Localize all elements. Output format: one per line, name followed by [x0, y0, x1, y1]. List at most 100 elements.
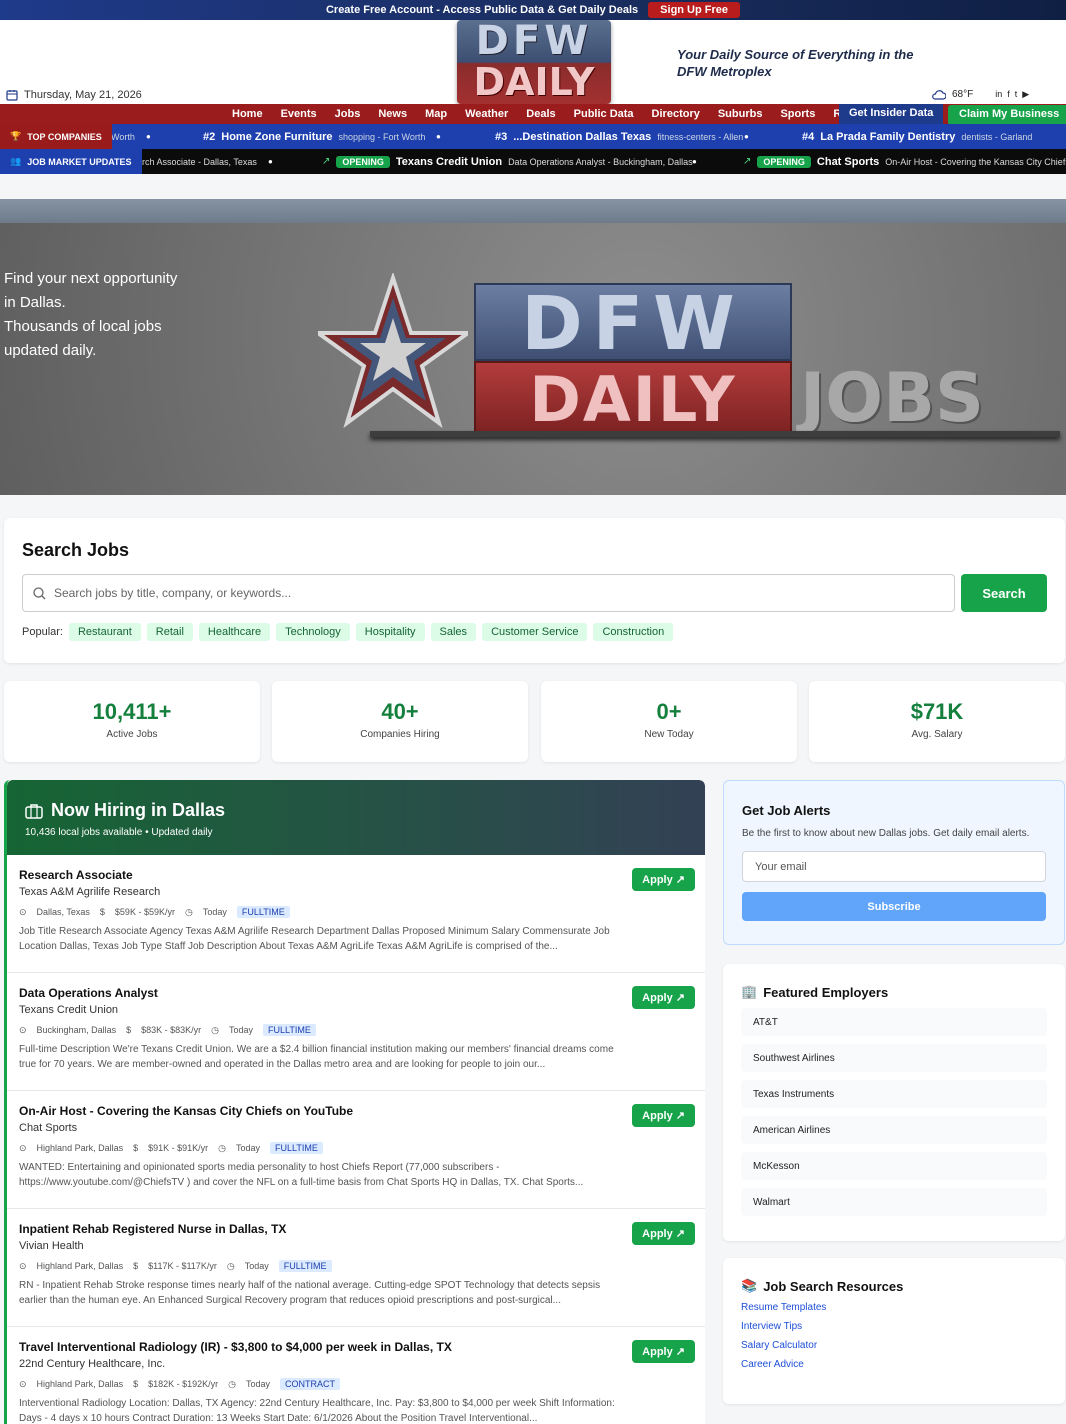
email-field[interactable]: Your email	[742, 851, 1046, 882]
external-link-icon: ↗	[675, 1110, 685, 1122]
nav-suburbs[interactable]: Suburbs	[709, 108, 772, 120]
resource-link[interactable]: Interview Tips	[741, 1321, 1047, 1332]
location-icon: ⊙	[19, 1142, 27, 1153]
popular-chip[interactable]: Technology	[276, 623, 350, 641]
nav-events[interactable]: Events	[272, 108, 326, 120]
popular-chip[interactable]: Healthcare	[198, 623, 271, 641]
job-type-badge: FULLTIME	[263, 1024, 316, 1036]
job-salary: $59K - $59K/yr	[114, 907, 175, 917]
subscribe-button[interactable]: Subscribe	[742, 892, 1046, 921]
popular-chip[interactable]: Retail	[146, 623, 193, 641]
search-input[interactable]: Search jobs by title, company, or keywor…	[22, 574, 955, 612]
employer-item[interactable]: AT&T	[741, 1008, 1047, 1036]
clock-icon: ◷	[226, 1260, 235, 1271]
ticker-item[interactable]: ↗ OPENING Texans Credit Union Data Operatio…	[322, 149, 693, 174]
trophy-icon: 🏆	[10, 131, 22, 141]
nav-weather[interactable]: Weather	[456, 108, 517, 120]
job-title[interactable]: Research Associate	[19, 868, 615, 882]
job-company: Vivian Health	[19, 1240, 84, 1252]
nav-jobs[interactable]: Jobs	[326, 108, 370, 120]
nav-news[interactable]: News	[369, 108, 416, 120]
nav-directory[interactable]: Directory	[643, 108, 709, 120]
job-company: Texans Credit Union	[19, 1004, 119, 1016]
stat-avg-salary: $71K Avg. Salary	[809, 681, 1065, 762]
nav-map[interactable]: Map	[416, 108, 456, 120]
job-title[interactable]: Travel Interventional Radiology (IR) - $…	[19, 1340, 615, 1354]
job-salary: $91K - $91K/yr	[148, 1143, 209, 1153]
apply-button[interactable]: Apply ↗	[632, 1340, 695, 1363]
job-type-badge: CONTRACT	[280, 1378, 341, 1390]
search-button[interactable]: Search	[961, 574, 1047, 612]
employer-item[interactable]: McKesson	[741, 1152, 1047, 1180]
job-title[interactable]: Data Operations Analyst	[19, 986, 615, 1000]
popular-chip[interactable]: Sales	[430, 623, 477, 641]
job-listing[interactable]: Research Associate Texas A&M Agrilife Res…	[7, 855, 705, 973]
signup-button[interactable]: Sign Up Free	[648, 2, 741, 18]
stat-new-today: 0+ New Today	[541, 681, 797, 762]
logo-line-1: DFW	[475, 20, 593, 64]
apply-button[interactable]: Apply ↗	[632, 1222, 695, 1245]
facebook-icon[interactable]: f	[1007, 89, 1010, 100]
ticker-item[interactable]: Worth	[111, 124, 135, 149]
resource-link[interactable]: Resume Templates	[741, 1302, 1047, 1313]
hero-logo: DFW DAILY	[474, 283, 792, 438]
site-header: DFW DAILY Your Daily Source of Everythin…	[0, 20, 1066, 104]
popular-chip[interactable]: Construction	[593, 623, 674, 641]
job-listing[interactable]: Inpatient Rehab Registered Nurse in Dall…	[7, 1209, 705, 1327]
clock-icon: ◷	[218, 1142, 227, 1153]
job-title[interactable]: On-Air Host - Covering the Kansas City C…	[19, 1104, 615, 1118]
nav-sports[interactable]: Sports	[771, 108, 824, 120]
resource-link[interactable]: Career Advice	[741, 1359, 1047, 1370]
claim-business-button[interactable]: Claim My Business	[948, 105, 1066, 125]
ticker-item[interactable]: ↗ OPENING Chat Sports On-Air Host - Coverin…	[743, 149, 1066, 174]
search-placeholder: Search jobs by title, company, or keywor…	[54, 586, 292, 600]
nav-deals[interactable]: Deals	[517, 108, 564, 120]
popular-chip[interactable]: Customer Service	[482, 623, 588, 641]
popular-chip[interactable]: Hospitality	[355, 623, 425, 641]
building-icon: 🏢	[741, 984, 758, 999]
site-logo[interactable]: DFW DAILY	[457, 20, 611, 104]
ticker-item[interactable]: earch Associate - Dallas, Texas	[132, 149, 257, 174]
hero-logo-jobs: JOBS	[800, 359, 984, 438]
job-description: Interventional Radiology Location: Dalla…	[19, 1398, 615, 1424]
now-hiring-header: Now Hiring in Dallas 10,436 local jobs a…	[7, 780, 705, 855]
search-icon	[33, 586, 46, 599]
twitter-icon[interactable]: t	[1015, 89, 1018, 100]
job-resources-card: 📚 Job Search Resources Resume Templates I…	[723, 1258, 1065, 1404]
apply-button[interactable]: Apply ↗	[632, 986, 695, 1009]
resource-link[interactable]: Salary Calculator	[741, 1340, 1047, 1351]
job-meta: ⊙ Highland Park, Dallas $ $117K - $117K/yr ◷…	[19, 1260, 615, 1272]
insider-data-button[interactable]: Get Insider Data	[839, 104, 944, 124]
people-icon: 👥	[10, 156, 22, 166]
top-companies-ticker: 🏆 TOP COMPANIES Worth ● #2 Home Zone Furni…	[0, 124, 1066, 149]
job-title[interactable]: Inpatient Rehab Registered Nurse in Dall…	[19, 1222, 615, 1236]
job-salary: $117K - $117K/yr	[148, 1261, 217, 1271]
job-location: Dallas, Texas	[36, 907, 90, 917]
employer-item[interactable]: Walmart	[741, 1188, 1047, 1216]
ticker-item[interactable]: #3 ...Destination Dallas Texas fitness-cen…	[495, 124, 743, 149]
stat-companies-hiring: 40+ Companies Hiring	[272, 681, 528, 762]
ticker-item[interactable]: #2 Home Zone Furniture shopping - Fort Wor…	[203, 124, 425, 149]
tagline: Your Daily Source of Everything in the D…	[677, 47, 914, 79]
job-listing[interactable]: Data Operations Analyst Texans Credit Uni…	[7, 973, 705, 1091]
linkedin-icon[interactable]: in	[995, 89, 1002, 100]
nav-home[interactable]: Home	[223, 108, 272, 120]
apply-button[interactable]: Apply ↗	[632, 1104, 695, 1127]
apply-button[interactable]: Apply ↗	[632, 868, 695, 891]
job-alerts-text: Be the first to know about new Dallas jo…	[742, 828, 1030, 839]
youtube-icon[interactable]: ▶	[1022, 89, 1029, 100]
employer-item[interactable]: Texas Instruments	[741, 1080, 1047, 1108]
job-listing[interactable]: On-Air Host - Covering the Kansas City C…	[7, 1091, 705, 1209]
nav-public-data[interactable]: Public Data	[565, 108, 643, 120]
clock-icon: ◷	[228, 1378, 237, 1389]
ticker-item[interactable]: #4 La Prada Family Dentistry dentists - Ga…	[802, 124, 1032, 149]
job-meta: ⊙ Highland Park, Dallas $ $91K - $91K/yr ◷ To…	[19, 1142, 615, 1154]
job-company: Texas A&M Agrilife Research	[19, 886, 161, 898]
ticker-label: 👥 JOB MARKET UPDATES	[0, 149, 142, 174]
featured-employers-title: Featured Employers	[763, 984, 889, 1000]
popular-chip[interactable]: Restaurant	[68, 623, 141, 641]
job-location: Highland Park, Dallas	[36, 1143, 124, 1153]
job-listing[interactable]: Travel Interventional Radiology (IR) - $…	[7, 1327, 705, 1424]
employer-item[interactable]: Southwest Airlines	[741, 1044, 1047, 1072]
employer-item[interactable]: American Airlines	[741, 1116, 1047, 1144]
